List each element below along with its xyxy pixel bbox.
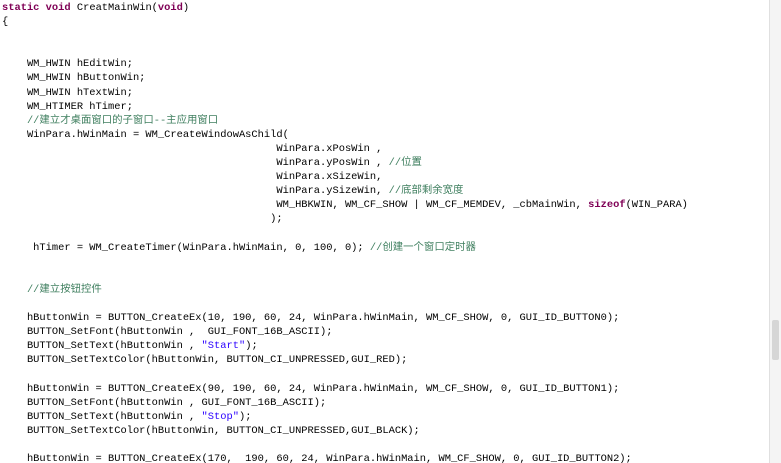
code-line: WinPara.hWinMain = WM_CreateWindowAsChil… [2,128,770,142]
code-token: CreatMainWin( [70,2,158,14]
code-line: WM_HWIN hEditWin; [2,57,770,71]
code-line: hTimer = WM_CreateTimer(WinPara.hWinMain… [2,241,770,255]
comment-token: //创建一个窗口定时器 [369,241,476,254]
code-token: BUTTON_SetTextColor(hButtonWin, BUTTON_C… [2,424,420,437]
code-line: hButtonWin = BUTTON_CreateEx(90, 190, 60… [2,382,770,396]
code-line: ); [2,212,770,226]
code-token: BUTTON_SetText(hButtonWin , [2,410,202,423]
code-token: WinPara.xPosWin , [2,142,383,155]
code-line: BUTTON_SetText(hButtonWin , "Start"); [2,339,770,353]
string-token: "Stop" [201,410,239,423]
comment-token: //底部剩余宽度 [388,185,464,198]
code-line: WM_HWIN hTextWin; [2,86,770,100]
code-line: hButtonWin = BUTTON_CreateEx(10, 190, 60… [2,311,770,325]
code-token: hButtonWin = BUTTON_CreateEx(170, 190, 6… [2,453,632,463]
code-token: BUTTON_SetFont(hButtonWin , GUI_FONT_16B… [2,396,327,409]
code-token: WM_HBKWIN, WM_CF_SHOW | WM_CF_MEMDEV, _c… [2,199,589,212]
comment-token: //建立才桌面窗口的子窗口--主应用窗口 [2,114,219,127]
code-line: WinPara.xSizeWin, [2,170,770,184]
code-token: WM_HWIN hButtonWin; [2,72,146,85]
code-line: BUTTON_SetFont(hButtonWin , GUI_FONT_16B… [2,396,770,410]
keyword-token: void [45,2,71,14]
code-token: WinPara.hWinMain = WM_CreateWindowAsChil… [2,128,289,141]
code-line: WM_HBKWIN, WM_CF_SHOW | WM_CF_MEMDEV, _c… [2,198,770,212]
scrollbar-thumb[interactable] [772,320,779,360]
code-line: //建立才桌面窗口的子窗口--主应用窗口 [2,114,770,128]
code-token: WinPara.yPosWin , [2,157,389,170]
code-token: WinPara.xSizeWin, [2,171,383,184]
vertical-scrollbar[interactable] [769,0,781,463]
comment-token: //建立按钮控件 [2,283,102,296]
keyword-token: static [2,2,40,14]
code-line: WM_HTIMER hTimer; [2,100,770,114]
code-area[interactable]: static void CreatMainWin(void){ WM_HWIN … [2,1,770,463]
comment-token: //位置 [388,157,422,170]
code-token: (WIN_PARA) [625,199,688,212]
code-line: hButtonWin = BUTTON_CreateEx(170, 190, 6… [2,452,770,463]
code-line: static void CreatMainWin(void) [2,1,770,15]
code-line: WinPara.yPosWin , //位置 [2,156,770,170]
code-token: WM_HWIN hEditWin; [2,58,133,71]
code-token: ); [2,213,283,226]
code-line: WM_HWIN hButtonWin; [2,71,770,85]
code-token: WinPara.ySizeWin, [2,185,389,198]
code-token: ); [238,410,252,423]
code-line: { [2,15,770,29]
code-line: WinPara.xPosWin , [2,142,770,156]
code-line: BUTTON_SetFont(hButtonWin , GUI_FONT_16B… [2,325,770,339]
code-line: //建立按钮控件 [2,283,770,297]
code-token: BUTTON_SetFont(hButtonWin , GUI_FONT_16B… [2,326,333,339]
code-token: hButtonWin = BUTTON_CreateEx(10, 190, 60… [2,312,620,325]
code-token: hButtonWin = BUTTON_CreateEx(90, 190, 60… [2,382,620,395]
code-token: ) [182,2,190,14]
code-line: BUTTON_SetTextColor(hButtonWin, BUTTON_C… [2,424,770,438]
code-line: WinPara.ySizeWin, //底部剩余宽度 [2,184,770,198]
code-token: { [2,16,9,29]
code-token: BUTTON_SetText(hButtonWin , [2,340,202,353]
keyword-token: sizeof [588,199,626,212]
code-token: WM_HTIMER hTimer; [2,100,133,113]
code-line: BUTTON_SetTextColor(hButtonWin, BUTTON_C… [2,353,770,367]
keyword-token: void [157,2,183,14]
code-token: ); [245,340,258,353]
code-token: hTimer = WM_CreateTimer(WinPara.hWinMain… [2,241,370,254]
code-token: WM_HWIN hTextWin; [2,86,133,99]
code-token: BUTTON_SetTextColor(hButtonWin, BUTTON_C… [2,354,408,367]
string-token: "Start" [201,340,246,353]
code-line: BUTTON_SetText(hButtonWin , "Stop"); [2,410,770,424]
code-editor[interactable]: static void CreatMainWin(void){ WM_HWIN … [0,0,781,463]
